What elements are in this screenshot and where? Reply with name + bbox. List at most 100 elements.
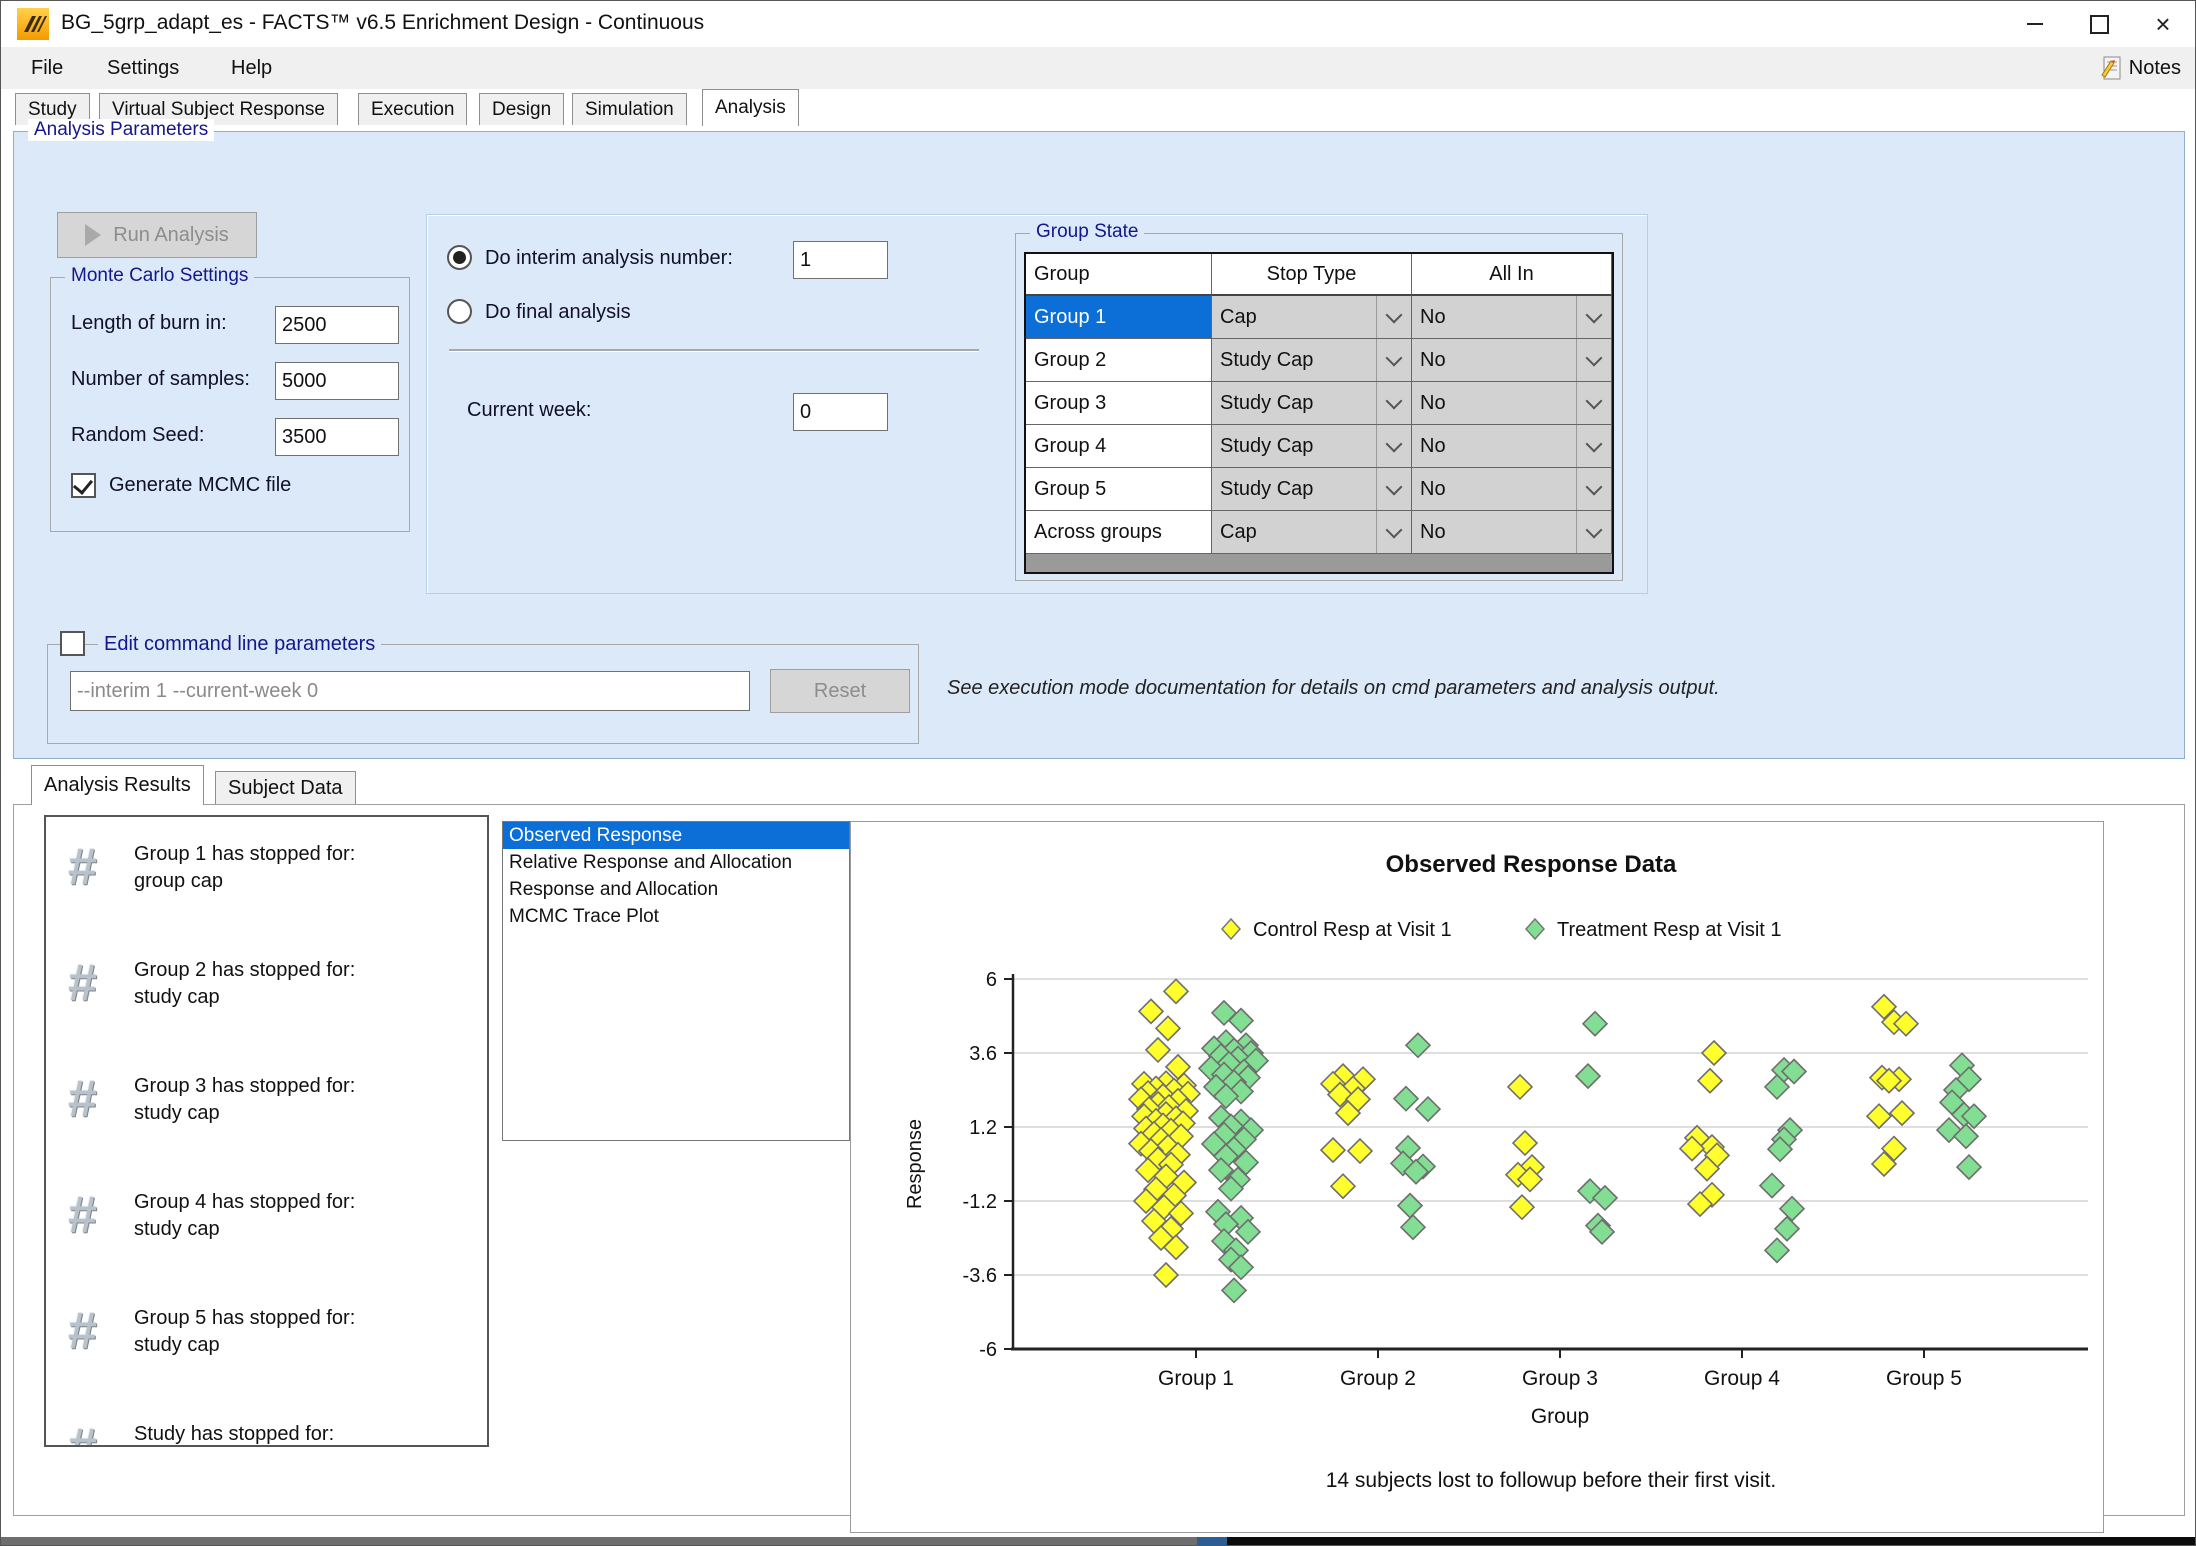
minimize-button[interactable] [2003, 1, 2067, 47]
gs-all-in-dropdown[interactable]: No [1412, 468, 1612, 511]
data-point[interactable] [1775, 1217, 1799, 1241]
close-button[interactable]: × [2131, 1, 2195, 47]
plot-type-observed-response[interactable]: Observed Response [503, 822, 849, 849]
edit-cmd-checkbox[interactable] [60, 631, 85, 656]
menu-settings[interactable]: Settings [93, 47, 193, 89]
run-analysis-button[interactable]: Run Analysis [57, 212, 257, 258]
data-point[interactable] [1398, 1194, 1422, 1218]
gs-all-in-dropdown[interactable]: No [1412, 296, 1612, 339]
gs-all-in-dropdown[interactable]: No [1412, 511, 1612, 554]
gs-group-cell[interactable]: Group 1 [1026, 296, 1212, 339]
maximize-button[interactable] [2067, 1, 2131, 47]
tab-design[interactable]: Design [479, 93, 564, 125]
status-line1: Group 1 has stopped for: [134, 841, 355, 868]
gs-stop-type-dropdown[interactable]: Study Cap [1212, 468, 1412, 511]
data-point[interactable] [1513, 1131, 1537, 1155]
menu-help[interactable]: Help [217, 47, 286, 89]
chevron-down-icon[interactable] [1376, 296, 1411, 338]
status-listbox[interactable]: #Group 1 has stopped for:group cap#Group… [44, 815, 489, 1447]
data-point[interactable] [1154, 1263, 1178, 1287]
menu-file[interactable]: File [17, 47, 77, 89]
gs-stop-type-dropdown[interactable]: Study Cap [1212, 339, 1412, 382]
data-point[interactable] [1510, 1195, 1534, 1219]
bottom-strip-blue [1197, 1537, 1227, 1545]
data-point[interactable] [1416, 1097, 1440, 1121]
current-week-input[interactable] [793, 393, 888, 431]
data-point[interactable] [1583, 1012, 1607, 1036]
chevron-down-icon[interactable] [1376, 382, 1411, 424]
data-point[interactable] [1957, 1155, 1981, 1179]
mc-field-input[interactable] [275, 418, 399, 456]
gs-stop-type-dropdown[interactable]: Study Cap [1212, 382, 1412, 425]
status-item[interactable]: #Study has stopped for:study cap [46, 1411, 487, 1447]
data-point[interactable] [1222, 1278, 1246, 1302]
plot-type-mcmc-trace-plot[interactable]: MCMC Trace Plot [503, 903, 849, 930]
gs-stop-type-dropdown[interactable]: Cap [1212, 296, 1412, 339]
legend-label: Control Resp at Visit 1 [1253, 919, 1452, 941]
mc-field-input[interactable] [275, 362, 399, 400]
gs-stop-type-dropdown[interactable]: Cap [1212, 511, 1412, 554]
data-point[interactable] [1394, 1087, 1418, 1111]
data-point[interactable] [1890, 1101, 1914, 1125]
tab-simulation[interactable]: Simulation [572, 93, 687, 125]
data-point[interactable] [1702, 1041, 1726, 1065]
gs-all-in-dropdown[interactable]: No [1412, 339, 1612, 382]
chevron-down-icon[interactable] [1376, 339, 1411, 381]
data-point[interactable] [1401, 1215, 1425, 1239]
data-point[interactable] [1576, 1064, 1600, 1088]
tab-execution[interactable]: Execution [358, 93, 467, 125]
gs-group-cell[interactable]: Across groups [1026, 511, 1212, 554]
gs-all-in-dropdown[interactable]: No [1412, 425, 1612, 468]
do-interim-radio[interactable] [447, 245, 472, 270]
gs-group-cell[interactable]: Group 5 [1026, 468, 1212, 511]
chevron-down-icon[interactable] [1576, 511, 1611, 553]
mc-field-input[interactable] [275, 306, 399, 344]
gs-group-cell[interactable]: Group 4 [1026, 425, 1212, 468]
status-item[interactable]: #Group 2 has stopped for:study cap [46, 947, 487, 1063]
chevron-down-icon[interactable] [1376, 468, 1411, 510]
data-point[interactable] [1760, 1174, 1784, 1198]
data-point[interactable] [1139, 999, 1163, 1023]
chevron-down-icon[interactable] [1576, 425, 1611, 467]
status-item[interactable]: #Group 5 has stopped for:study cap [46, 1295, 487, 1411]
generate-mcmc-checkbox[interactable] [71, 473, 96, 498]
data-point[interactable] [1321, 1138, 1345, 1162]
data-point[interactable] [1164, 979, 1188, 1003]
x-tick-label: Group 3 [1522, 1367, 1598, 1390]
chevron-down-icon[interactable] [1376, 425, 1411, 467]
gs-all-in-dropdown[interactable]: No [1412, 382, 1612, 425]
reset-button[interactable]: Reset [770, 669, 910, 713]
plot-type-listbox[interactable]: Observed ResponseRelative Response and A… [502, 821, 850, 1141]
chevron-down-icon[interactable] [1576, 382, 1611, 424]
tab-subject-data[interactable]: Subject Data [215, 771, 356, 805]
gs-stop-type-dropdown[interactable]: Study Cap [1212, 425, 1412, 468]
data-point[interactable] [1765, 1238, 1789, 1262]
chevron-down-icon[interactable] [1576, 296, 1611, 338]
data-point[interactable] [1508, 1075, 1532, 1099]
data-point[interactable] [1698, 1069, 1722, 1093]
gs-filler-row [1026, 554, 1612, 568]
chevron-down-icon[interactable] [1576, 339, 1611, 381]
main-tab-strip: StudyVirtual Subject ResponseExecutionDe… [1, 89, 2195, 125]
chevron-down-icon[interactable] [1576, 468, 1611, 510]
do-final-radio[interactable] [447, 299, 472, 324]
status-item[interactable]: #Group 4 has stopped for:study cap [46, 1179, 487, 1295]
gs-group-cell[interactable]: Group 3 [1026, 382, 1212, 425]
interim-number-input[interactable] [793, 241, 888, 279]
chevron-down-icon[interactable] [1376, 511, 1411, 553]
plot-type-response-and-allocation[interactable]: Response and Allocation [503, 876, 849, 903]
gs-group-cell[interactable]: Group 2 [1026, 339, 1212, 382]
cmd-input[interactable] [70, 671, 750, 711]
data-point[interactable] [1146, 1038, 1170, 1062]
notes-button[interactable]: Notes [2099, 47, 2181, 89]
data-point[interactable] [1867, 1104, 1891, 1128]
mc-field-label: Length of burn in: [71, 312, 227, 335]
tab-analysis[interactable]: Analysis [702, 89, 799, 126]
data-point[interactable] [1156, 1016, 1180, 1040]
plot-type-relative-response-and-allocation[interactable]: Relative Response and Allocation [503, 849, 849, 876]
status-item[interactable]: #Group 1 has stopped for:group cap [46, 831, 487, 947]
data-point[interactable] [1348, 1139, 1372, 1163]
tab-analysis-results[interactable]: Analysis Results [31, 765, 204, 805]
data-point[interactable] [1331, 1174, 1355, 1198]
status-item[interactable]: #Group 3 has stopped for:study cap [46, 1063, 487, 1179]
